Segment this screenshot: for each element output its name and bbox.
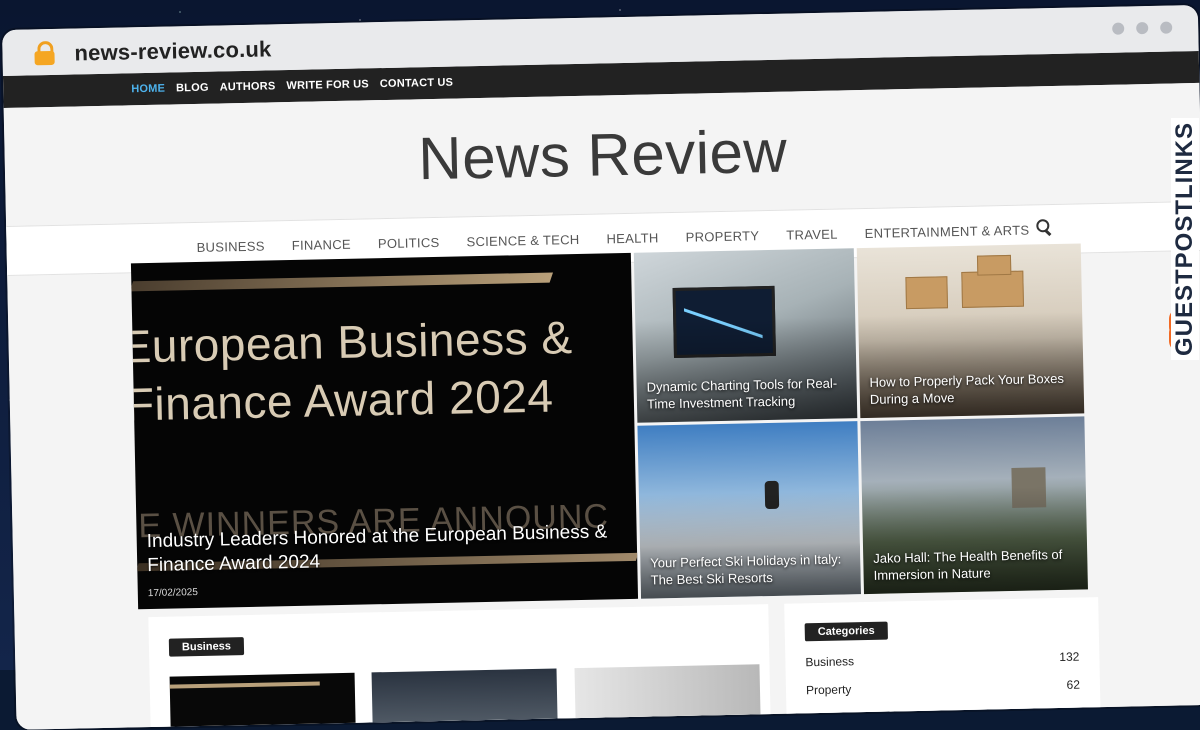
lock-icon [34,40,55,66]
categories-widget: Categories Business 132 Property 62 [784,597,1101,724]
top-nav-contact-us[interactable]: CONTACT US [380,77,454,91]
content-area: Business Categories Business 132 Propert… [148,595,1200,730]
category-nav-finance[interactable]: FINANCE [292,236,351,252]
category-name[interactable]: Business [805,654,854,669]
featured-main-title[interactable]: Industry Leaders Honored at the European… [147,520,628,578]
category-nav-politics[interactable]: POLITICS [378,234,440,250]
featured-main-article[interactable]: European Business & Finance Award 2024 E… [130,252,639,610]
top-nav-authors[interactable]: AUTHORS [220,80,276,93]
browser-window: news-review.co.uk HOME BLOG AUTHORS WRIT… [2,4,1200,730]
top-nav-home[interactable]: HOME [131,83,165,96]
section-label[interactable]: Business [168,637,245,657]
category-name[interactable]: Property [806,682,852,697]
watermark-text: GUESTPOSTLINKS [1171,117,1199,360]
top-nav-write-for-us[interactable]: WRITE FOR US [286,78,369,92]
window-dot-icon[interactable] [1136,21,1149,35]
article-thumbnail[interactable] [169,672,356,730]
featured-tile-title[interactable]: Dynamic Charting Tools for Real-Time Inv… [646,374,847,412]
category-nav-science-tech[interactable]: SCIENCE & TECH [466,231,579,248]
window-dot-icon[interactable] [1112,22,1125,35]
category-count: 132 [1059,649,1080,664]
featured-tile[interactable]: Dynamic Charting Tools for Real-Time Inv… [633,248,858,423]
category-nav-business[interactable]: BUSINESS [196,238,264,254]
site-title[interactable]: News Review [418,116,788,193]
featured-main-date: 17/02/2025 [147,587,199,600]
address-bar[interactable]: news-review.co.uk [74,36,272,66]
hero-image-text: European Business & [130,311,573,373]
featured-tile-title[interactable]: How to Properly Pack Your Boxes During a… [869,370,1074,408]
window-controls [1112,21,1173,35]
hero-image-text: Finance Award 2024 [130,369,554,431]
featured-tile[interactable]: Your Perfect Ski Holidays in Italy: The … [637,421,862,599]
site-page: News Review BUSINESS FINANCE POLITICS SC… [3,82,1200,730]
category-nav-health[interactable]: HEALTH [606,230,658,246]
featured-tile-title[interactable]: Your Perfect Ski Holidays in Italy: The … [650,550,851,588]
watermark: GUESTPOSTLINKS [1163,60,1199,360]
featured-tile[interactable]: Jako Hall: The Health Benefits of Immers… [860,416,1088,595]
article-thumbnail[interactable] [371,668,558,730]
category-nav-property[interactable]: PROPERTY [685,228,759,245]
featured-tile-title[interactable]: Jako Hall: The Health Benefits of Immers… [873,546,1078,584]
category-row[interactable]: Property 62 [806,678,1080,698]
window-dot-icon[interactable] [1160,21,1173,34]
category-count: 62 [1066,677,1081,692]
search-icon[interactable] [1036,219,1052,237]
categories-heading: Categories [804,621,888,642]
top-nav-blog[interactable]: BLOG [176,82,209,95]
business-section: Business [148,604,771,730]
featured-grid: European Business & Finance Award 2024 E… [130,243,1088,610]
category-row[interactable]: Business 132 [805,650,1079,670]
category-nav-entertainment-arts[interactable]: ENTERTAINMENT & ARTS [865,222,1030,240]
article-thumbnail[interactable] [574,664,761,729]
featured-tile[interactable]: How to Properly Pack Your Boxes During a… [856,243,1085,419]
category-nav-travel[interactable]: TRAVEL [786,226,838,242]
